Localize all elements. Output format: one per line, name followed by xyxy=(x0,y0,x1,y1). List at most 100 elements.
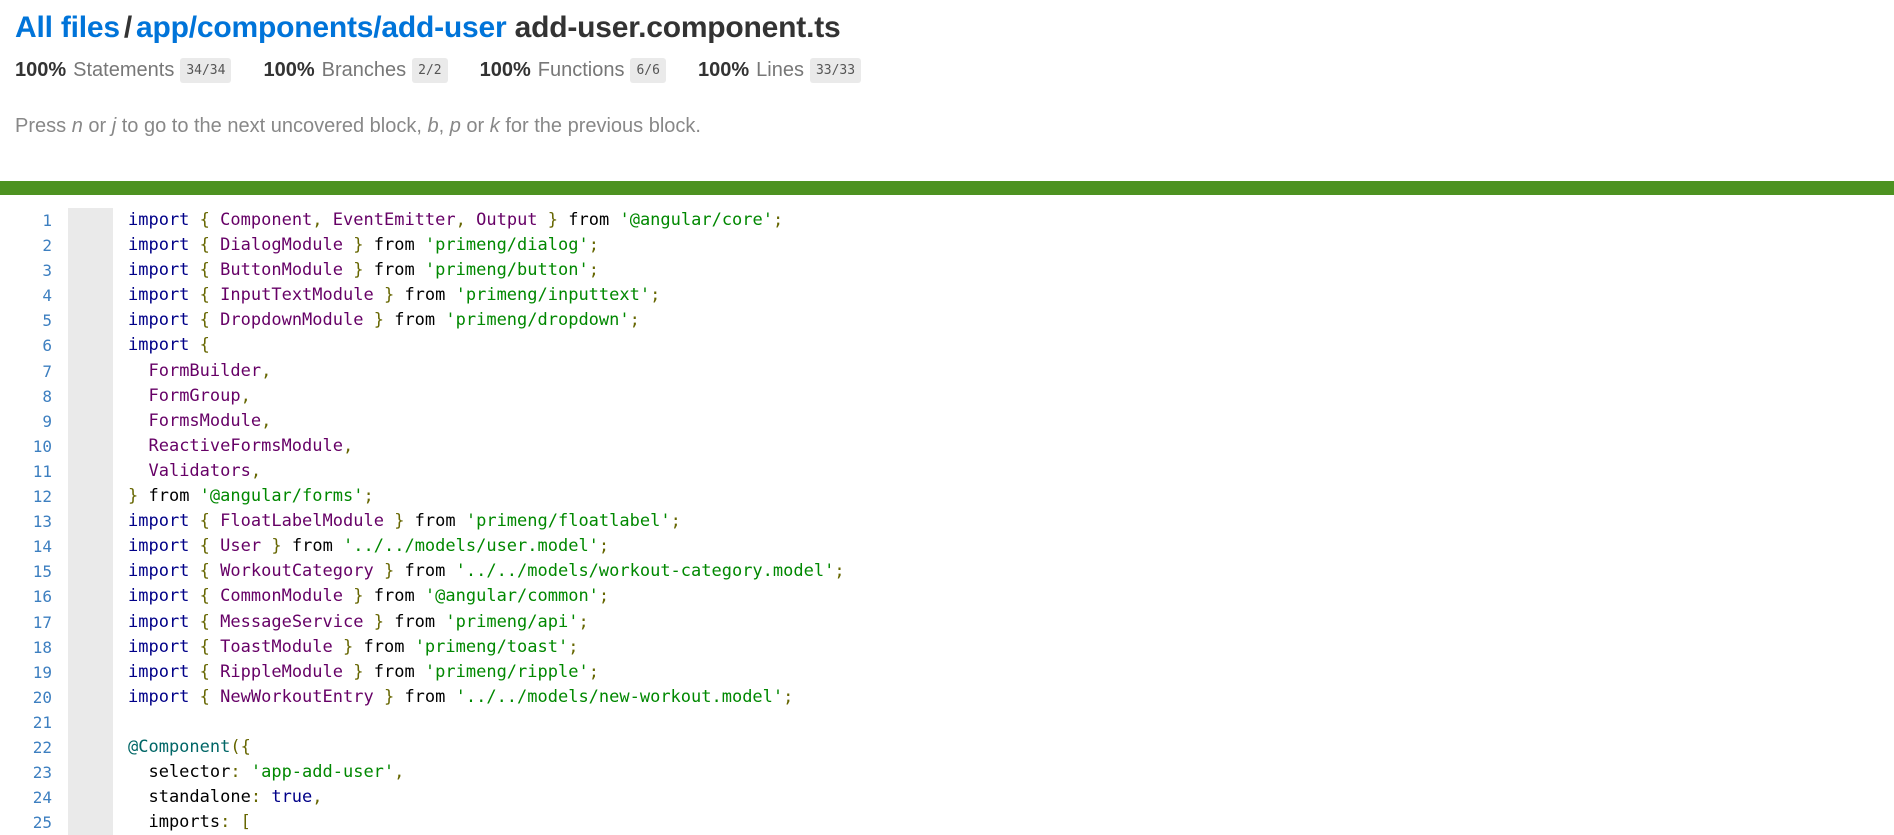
line-coverage-gutter xyxy=(68,659,113,685)
line-number-link[interactable]: 25 xyxy=(0,810,60,835)
code-token: true xyxy=(271,787,313,808)
source-line-text: FormsModule, xyxy=(113,409,271,434)
source-line-text: } from '@angular/forms'; xyxy=(113,484,374,509)
code-token: ; xyxy=(629,310,640,331)
line-number-link[interactable]: 22 xyxy=(0,735,60,760)
source-line-text: FormGroup, xyxy=(113,384,250,409)
line-number-link[interactable]: 6 xyxy=(0,333,60,358)
source-line-text: selector: 'app-add-user', xyxy=(113,760,404,785)
breadcrumb-directory-link[interactable]: app/components/add-user xyxy=(136,11,507,44)
code-token: { xyxy=(199,310,210,331)
line-number-link[interactable]: 18 xyxy=(0,635,60,660)
code-token: } xyxy=(547,210,559,230)
code-token: { xyxy=(199,611,210,632)
line-number-link[interactable]: 17 xyxy=(0,610,60,635)
code-token: ReactiveFormsModule xyxy=(148,435,343,456)
code-token: from xyxy=(353,636,415,657)
line-number-link[interactable]: 10 xyxy=(0,434,60,459)
line-number-link[interactable]: 24 xyxy=(0,785,60,810)
line-coverage-gutter xyxy=(68,233,113,259)
code-line: 24 standalone: true, xyxy=(0,785,1894,811)
code-token: import xyxy=(128,285,190,306)
source-line-text: import { NewWorkoutEntry } from '../../m… xyxy=(113,685,793,710)
code-line: 13 import { FloatLabelModule } from 'prim… xyxy=(0,509,1894,535)
code-token: '@angular/common' xyxy=(424,586,599,607)
breadcrumb-separator: / xyxy=(123,11,133,44)
line-number-link[interactable]: 20 xyxy=(0,685,60,710)
code-token: } xyxy=(394,511,405,532)
code-line: 8 FormGroup, xyxy=(0,383,1894,409)
source-line-text: ReactiveFormsModule, xyxy=(113,434,353,459)
code-token: 'primeng/dropdown' xyxy=(445,310,630,331)
code-token: { xyxy=(199,285,210,306)
line-number-link[interactable]: 9 xyxy=(0,409,60,434)
metric-fraction-badge: 33/33 xyxy=(809,57,862,83)
code-token: from xyxy=(558,210,620,230)
line-coverage-gutter xyxy=(68,433,113,459)
line-number-link[interactable]: 13 xyxy=(0,509,60,534)
line-number-link[interactable]: 4 xyxy=(0,283,60,308)
line-number-link[interactable]: 5 xyxy=(0,308,60,333)
line-coverage-gutter xyxy=(68,509,113,535)
line-number-link[interactable]: 8 xyxy=(0,384,60,409)
code-token: import xyxy=(128,210,190,230)
code-token: from xyxy=(383,310,446,331)
line-number-link[interactable]: 15 xyxy=(0,559,60,584)
code-token: } xyxy=(373,310,384,331)
line-number-link[interactable]: 2 xyxy=(0,233,60,258)
code-token: [ xyxy=(240,812,251,833)
line-number-link[interactable]: 7 xyxy=(0,359,60,384)
code-token: ; xyxy=(670,511,681,532)
code-token: } xyxy=(353,235,364,256)
code-token: ; xyxy=(598,536,610,557)
metric-label: Branches xyxy=(321,58,407,81)
line-number-link[interactable]: 16 xyxy=(0,584,60,609)
code-token: selector xyxy=(128,762,231,783)
line-number-link[interactable]: 14 xyxy=(0,534,60,559)
line-number-link[interactable]: 19 xyxy=(0,660,60,685)
hint-text: for the previous block. xyxy=(499,115,701,137)
line-coverage-gutter xyxy=(68,308,113,334)
code-token: from xyxy=(363,235,425,256)
code-token: , xyxy=(261,360,272,381)
code-token: { xyxy=(199,210,210,230)
code-token: { xyxy=(199,586,210,607)
code-token: User xyxy=(220,536,262,557)
source-line-text: import { FloatLabelModule } from 'primen… xyxy=(113,509,681,534)
breadcrumb-all-files-link[interactable]: All files xyxy=(15,11,120,44)
code-line: 2 import { DialogModule } from 'primeng/d… xyxy=(0,233,1894,259)
line-number-link[interactable]: 12 xyxy=(0,484,60,509)
line-number-link[interactable]: 1 xyxy=(0,208,60,233)
line-coverage-gutter xyxy=(68,383,113,409)
source-line-text: import { DropdownModule } from 'primeng/… xyxy=(113,308,640,333)
code-token: import xyxy=(128,611,190,632)
code-token: from xyxy=(383,611,446,632)
line-coverage-gutter xyxy=(68,584,113,610)
line-number-link[interactable]: 23 xyxy=(0,760,60,785)
line-number-link[interactable]: 21 xyxy=(0,710,60,735)
source-line-text: import { ButtonModule } from 'primeng/bu… xyxy=(113,258,599,283)
source-line-text: import { MessageService } from 'primeng/… xyxy=(113,610,589,635)
hint-text: to go to the next uncovered block, xyxy=(116,115,428,137)
line-coverage-gutter xyxy=(68,283,113,309)
line-number-link[interactable]: 11 xyxy=(0,459,60,484)
line-number-link[interactable]: 3 xyxy=(0,258,60,283)
code-token: import xyxy=(128,536,190,557)
metric-fraction-badge: 6/6 xyxy=(630,57,666,83)
code-token: 'primeng/floatlabel' xyxy=(465,511,671,532)
line-coverage-gutter xyxy=(68,408,113,434)
